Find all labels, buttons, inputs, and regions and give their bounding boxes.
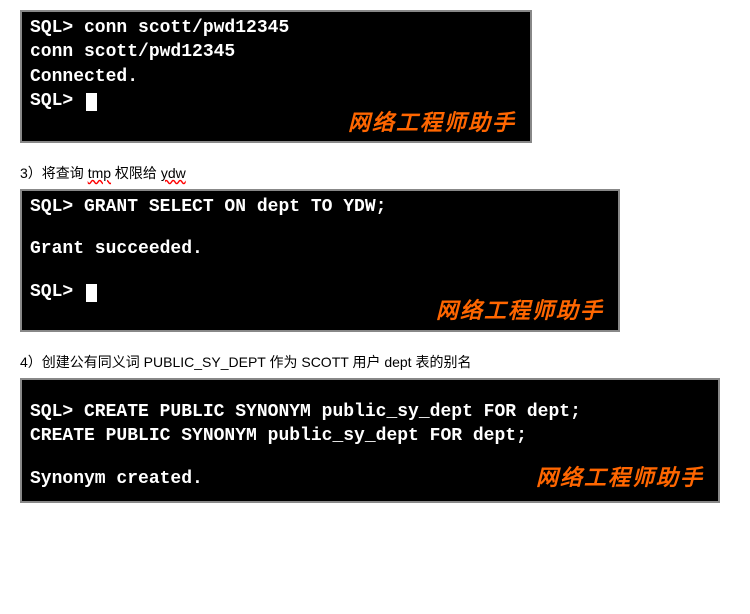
terminal-line: CREATE PUBLIC SYNONYM public_sy_dept FOR… — [30, 424, 710, 448]
terminal-line: SQL> GRANT SELECT ON dept TO YDW; — [30, 195, 610, 219]
watermark-text: 网络工程师助手 — [436, 296, 604, 326]
cursor-icon — [86, 93, 97, 111]
terminal-blank-line — [30, 262, 610, 280]
cursor-icon — [86, 284, 97, 302]
terminal-line: Grant succeeded. — [30, 237, 610, 261]
terminal-block-3: SQL> CREATE PUBLIC SYNONYM public_sy_dep… — [20, 378, 720, 503]
terminal-line: SQL> conn scott/pwd12345 — [30, 16, 522, 40]
terminal-prompt: SQL> — [30, 91, 84, 111]
caption-text: 3）将查询 — [20, 165, 88, 181]
terminal-block-2: SQL> GRANT SELECT ON dept TO YDW; Grant … — [20, 189, 620, 332]
caption-tmp: tmp — [88, 165, 111, 181]
terminal-line: conn scott/pwd12345 — [30, 40, 522, 64]
caption-text: 权限给 — [111, 165, 161, 181]
caption-ydw: ydw — [161, 165, 186, 181]
terminal-blank-line — [30, 219, 610, 237]
caption-text: 4）创建公有同义词 PUBLIC_SY_DEPT 作为 SCOTT 用户 dep… — [20, 354, 471, 370]
caption-step-3: 3）将查询 tmp 权限给 ydw — [20, 163, 730, 183]
terminal-line: SQL> CREATE PUBLIC SYNONYM public_sy_dep… — [30, 400, 710, 424]
watermark-text: 网络工程师助手 — [536, 463, 704, 493]
caption-step-4: 4）创建公有同义词 PUBLIC_SY_DEPT 作为 SCOTT 用户 dep… — [20, 352, 730, 372]
watermark-text: 网络工程师助手 — [348, 108, 516, 138]
terminal-prompt: SQL> — [30, 282, 84, 302]
terminal-block-1: SQL> conn scott/pwd12345 conn scott/pwd1… — [20, 10, 532, 143]
terminal-line: Connected. — [30, 65, 522, 89]
